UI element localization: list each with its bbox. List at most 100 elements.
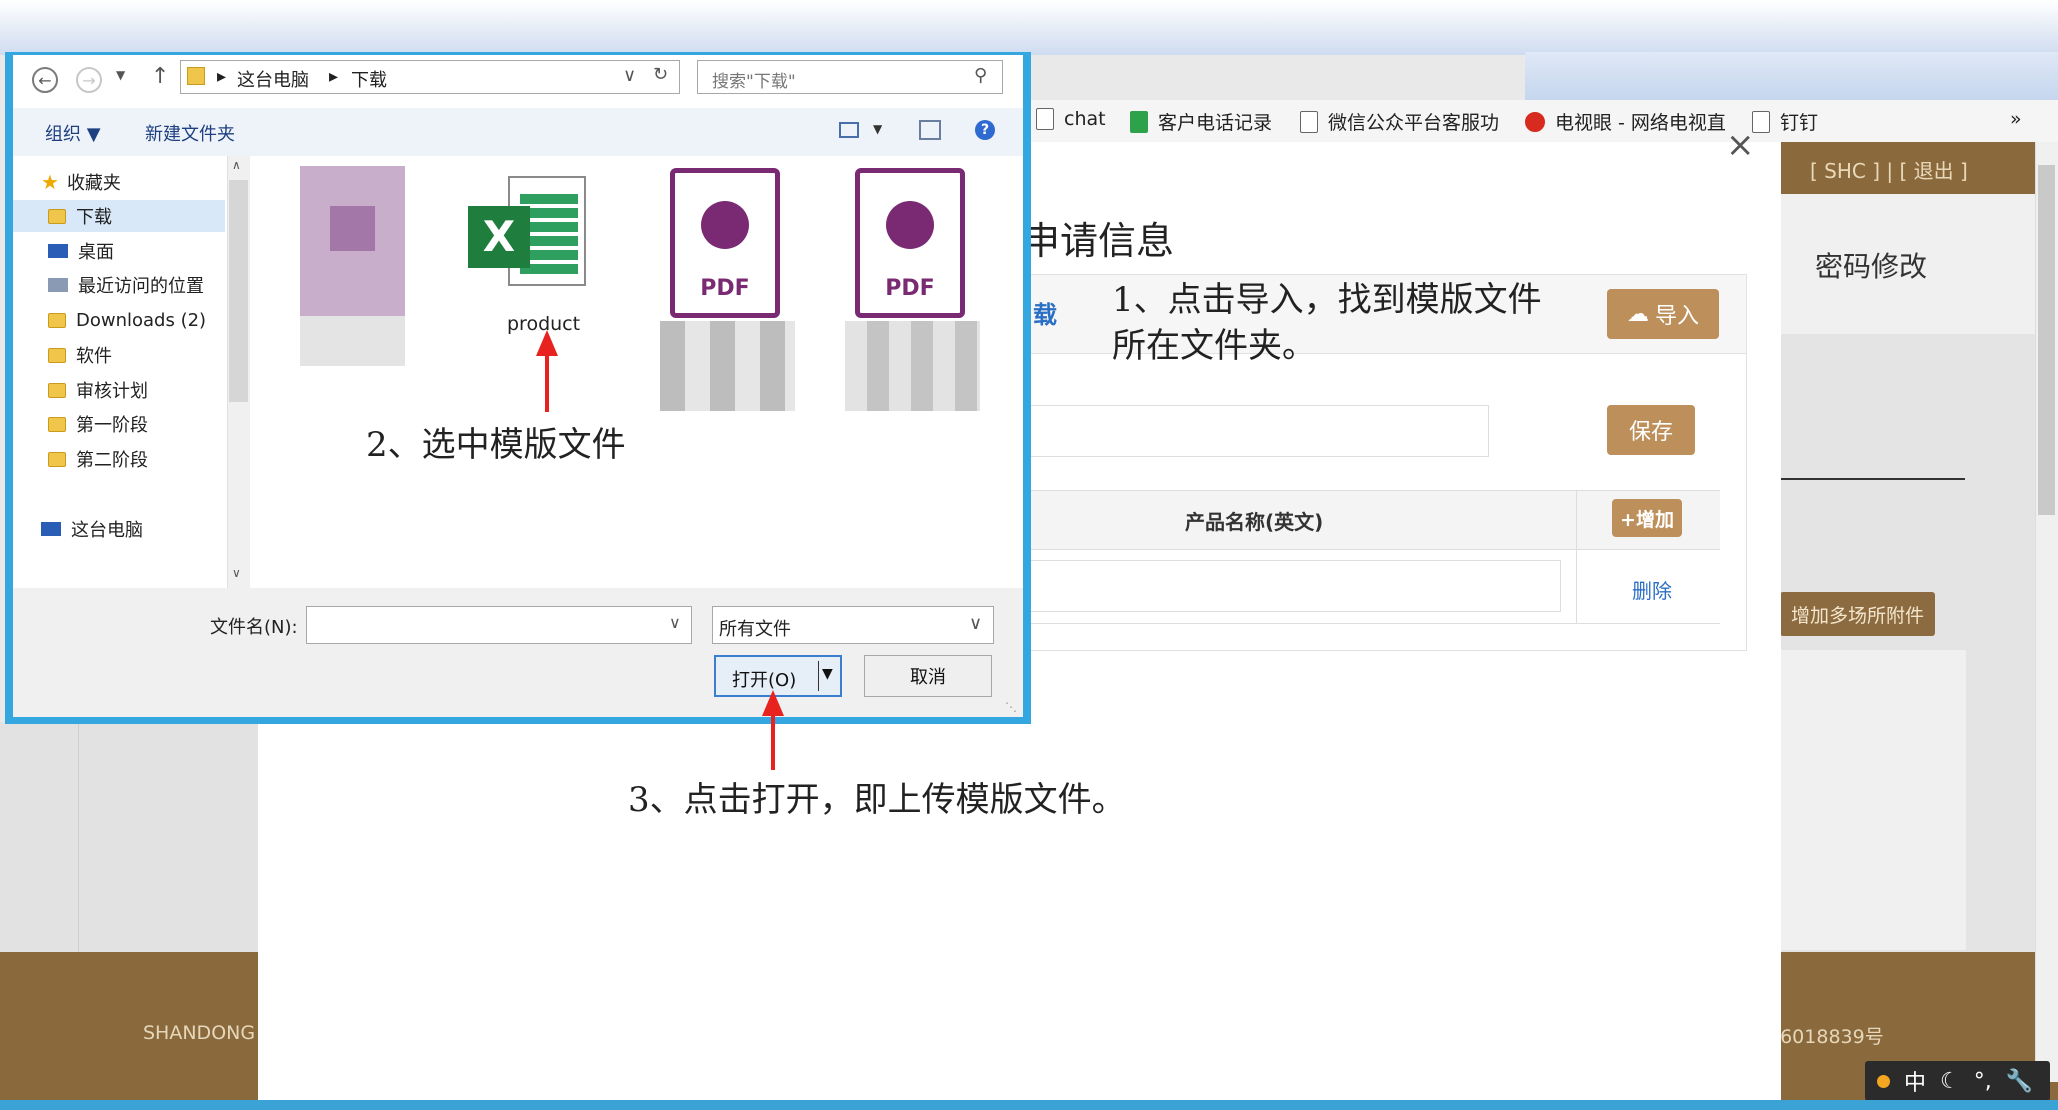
filename-label: 文件名(N): [210,617,298,638]
cancel-button[interactable]: 取消 [864,655,992,697]
filetype-select[interactable]: 所有文件 ∨ [712,606,994,644]
annotation-step1-line1: 1、点击导入，找到模版文件 [1112,280,1542,320]
folder-icon [48,382,66,398]
folder-icon [187,67,205,85]
header-links[interactable]: [ SHC ] | [ 退出 ] [1810,155,1968,184]
bookmark-tv[interactable]: 电视眼 - 网络电视直 [1525,108,1726,135]
downloads-folder-icon [48,208,66,224]
organize-menu[interactable]: 组织 ▼ [45,120,101,146]
moon-icon[interactable]: ☾ [1940,1069,1960,1094]
folder-icon [48,416,66,432]
sheet-icon [1130,110,1148,133]
blurred-icon[interactable] [300,166,405,366]
page-icon [1300,110,1318,133]
punctuation-icon[interactable]: °, [1974,1069,1992,1094]
annotation-step2: 2、选中模版文件 [366,425,626,465]
pdf-icon[interactable]: PDF [670,168,780,318]
scroll-up-icon[interactable]: ∧ [232,158,241,172]
taskbar [0,1100,2058,1110]
search-input[interactable]: 搜索"下载" ⚲ [697,60,1003,94]
download-template-link[interactable]: 载 [1033,295,1057,330]
bookmarks-bar: chat 客户电话记录 微信公众平台客服功 电视眼 - 网络电视直 钉钉 » [1030,100,2058,143]
page-icon [1752,110,1770,133]
chevron-down-icon[interactable]: ∨ [623,65,636,86]
back-icon[interactable]: ← [32,67,58,93]
blurred-filename [845,321,980,411]
chevron-down-icon[interactable]: ∨ [669,613,681,632]
close-icon[interactable]: × [1726,125,1755,165]
star-icon: ★ [41,170,59,194]
tv-eye-icon [1525,111,1545,132]
dialog-toolbar: 组织 ▼ 新建文件夹 ▼ ? [13,108,1023,157]
nav-scroll-thumb[interactable] [229,180,248,402]
ime-toolbar[interactable]: 中 ☾ °, 🔧 [1865,1061,2050,1101]
arrow-up-icon [536,330,558,356]
bookmark-chat[interactable]: chat [1036,108,1106,130]
add-multi-attachment-button[interactable]: 增加多场所附件 [1780,592,1935,636]
scroll-down-icon[interactable]: ∨ [232,566,241,580]
file-list-pane: X product PDF PDF [250,156,1023,588]
up-icon[interactable]: ↑ [151,64,169,89]
excel-icon[interactable]: X [468,176,588,296]
bookmarks-more[interactable]: » [2010,108,2022,130]
wrench-icon[interactable]: 🔧 [2006,1069,2033,1094]
recent-dropdown-icon[interactable]: ▼ [116,68,125,82]
view-dropdown-icon[interactable]: ▼ [873,122,882,136]
breadcrumb-downloads[interactable]: 下载 [351,66,387,92]
computer-icon [41,522,61,536]
modal-title: 申请信息 [1022,219,1175,263]
bookmark-call-log[interactable]: 客户电话记录 [1130,108,1272,135]
page-icon [1036,108,1054,130]
recent-places-icon [48,278,68,292]
column-header-product-name-en: 产品名称(英文) [1185,510,1324,534]
table-border [1030,623,1720,624]
bookmark-dingtalk[interactable]: 钉钉 [1752,108,1818,135]
blurred-filename [660,321,795,411]
import-button[interactable]: ☁ 导入 [1607,289,1719,339]
upload-cloud-icon: ☁ [1626,301,1649,327]
chevron-down-icon: ∨ [969,613,983,634]
ime-status-icon [1877,1074,1890,1088]
bookmark-wechat[interactable]: 微信公众平台客服功 [1300,108,1499,135]
footer-text-left: SHANDONG [143,1022,256,1044]
address-bar[interactable]: ▸ 这台电脑 ▸ 下载 ∨ ↻ [180,60,680,94]
arrow-up-icon [762,690,784,716]
divider [1780,478,1965,480]
nav-item-downloads[interactable]: 下载 [13,200,225,232]
password-change-link[interactable]: 密码修改 [1815,245,1927,285]
filename-input[interactable]: ∨ [306,606,692,644]
ime-mode[interactable]: 中 [1904,1065,1926,1097]
view-icon[interactable] [839,122,859,138]
add-row-button[interactable]: +增加 [1612,499,1682,537]
refresh-icon[interactable]: ↻ [653,64,668,85]
dropdown-arrow-icon[interactable]: ▼ [822,666,833,682]
browser-top-band [0,0,2058,55]
forward-icon[interactable]: → [76,67,102,93]
annotation-step1-line2: 所在文件夹。 [1112,326,1316,366]
navigation-pane: ★ 收藏夹 下载 桌面 最近访问的位置 Downloads (2) 软件 审核计划… [13,156,238,588]
nav-item-this-pc[interactable]: 这台电脑 [41,513,253,545]
pdf-icon[interactable]: PDF [855,168,965,318]
search-icon: ⚲ [974,65,988,86]
site-panel [1780,650,1966,950]
preview-pane-icon[interactable] [919,120,941,140]
folder-icon [48,451,66,467]
product-name-input[interactable] [1030,560,1561,612]
new-folder-button[interactable]: 新建文件夹 [145,120,235,146]
resize-grip-icon[interactable]: ⋱ [1005,700,1017,714]
nav-item-favorites[interactable]: ★ 收藏夹 [41,166,253,198]
save-button[interactable]: 保存 [1607,405,1695,455]
annotation-step3: 3、点击打开，即上传模版文件。 [628,780,1126,820]
browser-tab-strip [1525,52,2058,100]
breadcrumb-this-pc[interactable]: 这台电脑 [237,66,309,92]
folder-icon [48,347,66,363]
column-divider [1576,490,1577,624]
site-left-panel [0,722,260,962]
footer-text-right: 16018839号 [1768,1026,1884,1048]
desktop-icon [48,244,68,258]
page-scroll-thumb[interactable] [2038,165,2055,515]
delete-row-link[interactable]: 删除 [1632,575,1672,604]
help-icon[interactable]: ? [975,120,995,140]
folder-icon [48,312,66,328]
name-input[interactable] [1030,405,1489,457]
